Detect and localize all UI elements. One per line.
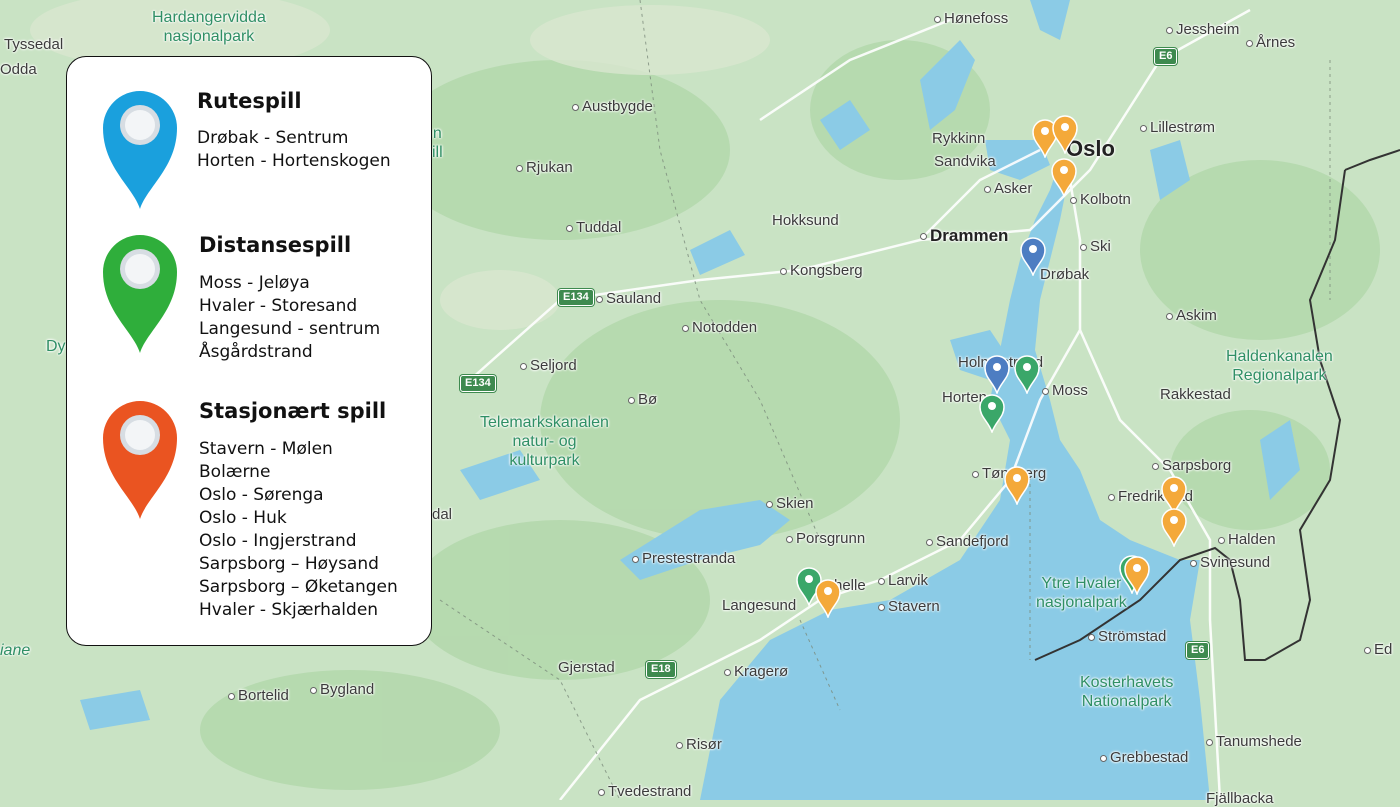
label-porsgrunn: Porsgrunn (786, 530, 865, 547)
legend-list-distansespill: Moss - Jeløya Hvaler - Storesand Langesu… (199, 272, 380, 364)
legend-item: Hvaler - Storesand (199, 296, 358, 316)
label-prestestranda: Prestestranda (632, 550, 735, 567)
label-sarpsborg: Sarpsborg (1152, 457, 1231, 474)
label-kragero: Kragerø (724, 663, 788, 680)
legend-item: Oslo - Huk (199, 508, 287, 528)
label-drammen: Drammen (920, 226, 1008, 246)
legend-item: Sarpsborg – Øketangen (199, 577, 398, 597)
label-telemarkskanalen: Telemarkskanalen natur- og kulturpark (480, 414, 609, 469)
legend-item: Sarpsborg – Høysand (199, 554, 379, 574)
label-halden: Halden (1218, 531, 1276, 548)
blue-pin-icon (103, 91, 177, 209)
legend-list-stasjonaert-spill: Stavern - Mølen Bolærne Oslo - Sørenga O… (199, 438, 398, 622)
label-cut-dy: Dy (46, 338, 66, 355)
label-arnes: Årnes (1246, 34, 1295, 51)
label-tvedestrand: Tvedestrand (598, 783, 691, 800)
label-skien: Skien (766, 495, 814, 512)
legend-panel: Rutespill Drøbak - Sentrum Horten - Hort… (66, 56, 432, 646)
legend-item: Oslo - Ingjerstrand (199, 531, 357, 551)
legend-item: Stavern - Mølen (199, 439, 333, 459)
label-stavern: Stavern (878, 598, 940, 615)
legend-list-rutespill: Drøbak - Sentrum Horten - Hortenskogen (197, 127, 391, 173)
label-hokksund: Hokksund (772, 212, 839, 229)
label-odda: Odda (0, 61, 37, 78)
legend-item: Langesund - sentrum (199, 319, 381, 339)
label-kolbotn: Kolbotn (1070, 191, 1131, 208)
legend-title-rutespill: Rutespill (197, 89, 302, 113)
legend-item: Drøbak - Sentrum (197, 128, 349, 148)
orange-location-marker[interactable] (1002, 465, 1032, 505)
label-ski: Ski (1080, 238, 1111, 255)
label-cut-dal: dal (432, 506, 453, 523)
label-sauland: Sauland (596, 290, 661, 307)
road-shield-e134: E134 (460, 375, 496, 392)
label-gjerstad: Gjerstad (558, 659, 615, 676)
label-tuddal: Tuddal (566, 219, 621, 236)
road-shield-e18: E18 (646, 661, 676, 678)
label-notodden: Notodden (682, 319, 757, 336)
blue-location-marker[interactable] (982, 354, 1012, 394)
label-svinesund: Svinesund (1190, 554, 1270, 571)
label-ytre-hvaler: Ytre Hvaler nasjonalpark (1036, 575, 1127, 611)
legend-item: Åsgårdstrand (199, 342, 313, 362)
label-hardangervidda: Hardangervidda nasjonalpark (152, 9, 266, 45)
orange-location-marker[interactable] (1049, 157, 1079, 197)
label-moss: Moss (1042, 382, 1088, 399)
label-austbygde: Austbygde (572, 98, 653, 115)
label-cut-park: n ill (432, 125, 443, 161)
legend-item: Moss - Jeløya (199, 273, 310, 293)
label-haldenkanalen: Haldenkanalen Regionalpark (1226, 348, 1333, 384)
label-rykkinn: Rykkinn (932, 130, 986, 147)
legend-item: Horten - Hortenskogen (197, 151, 391, 171)
orange-pin-icon (103, 401, 177, 519)
label-jessheim: Jessheim (1166, 21, 1239, 38)
label-larvik: Larvik (878, 572, 928, 589)
label-asker: Asker (984, 180, 1032, 197)
label-cut-iane: iane (0, 642, 31, 659)
label-bygland: Bygland (310, 681, 374, 698)
label-bortelid: Bortelid (228, 687, 289, 704)
green-location-marker[interactable] (1012, 354, 1042, 394)
legend-item: Bolærne (199, 462, 271, 482)
label-honefoss: Hønefoss (934, 10, 1008, 27)
label-langesund: Langesund (722, 597, 797, 614)
legend-item: Oslo - Sørenga (199, 485, 324, 505)
road-shield-e6: E6 (1154, 48, 1178, 65)
label-sandefjord: Sandefjord (926, 533, 1009, 550)
road-shield-e6: E6 (1186, 642, 1210, 659)
blue-location-marker[interactable] (1018, 236, 1048, 276)
orange-location-marker[interactable] (1050, 114, 1080, 154)
label-rjukan: Rjukan (516, 159, 573, 176)
label-kongsberg: Kongsberg (780, 262, 863, 279)
label-bo: Bø (628, 391, 657, 408)
label-lillestrom: Lillestrøm (1140, 119, 1215, 136)
label-grebbestad: Grebbestad (1100, 749, 1188, 766)
label-risor: Risør (676, 736, 722, 753)
legend-title-stasjonaert-spill: Stasjonært spill (199, 399, 387, 423)
orange-location-marker[interactable] (813, 578, 843, 618)
legend-item: Hvaler - Skjærhalden (199, 600, 379, 620)
label-tyssedal: Tyssedal (4, 36, 64, 53)
label-rakkestad: Rakkestad (1160, 386, 1231, 403)
label-stromstad: Strömstad (1088, 628, 1166, 645)
label-fjallbacka: Fjällbacka (1206, 790, 1274, 807)
legend-title-distansespill: Distansespill (199, 233, 352, 257)
label-askim: Askim (1166, 307, 1217, 324)
label-seljord: Seljord (520, 357, 577, 374)
label-ed: Ed (1364, 641, 1392, 658)
label-tanumshede: Tanumshede (1206, 733, 1302, 750)
orange-location-marker[interactable] (1159, 507, 1189, 547)
label-kosterhavet: Kosterhavets Nationalpark (1080, 674, 1174, 710)
label-sandvika: Sandvika (934, 153, 996, 170)
green-location-marker[interactable] (977, 393, 1007, 433)
orange-location-marker[interactable] (1122, 555, 1152, 595)
road-shield-e134: E134 (558, 289, 594, 306)
green-pin-icon (103, 235, 177, 353)
